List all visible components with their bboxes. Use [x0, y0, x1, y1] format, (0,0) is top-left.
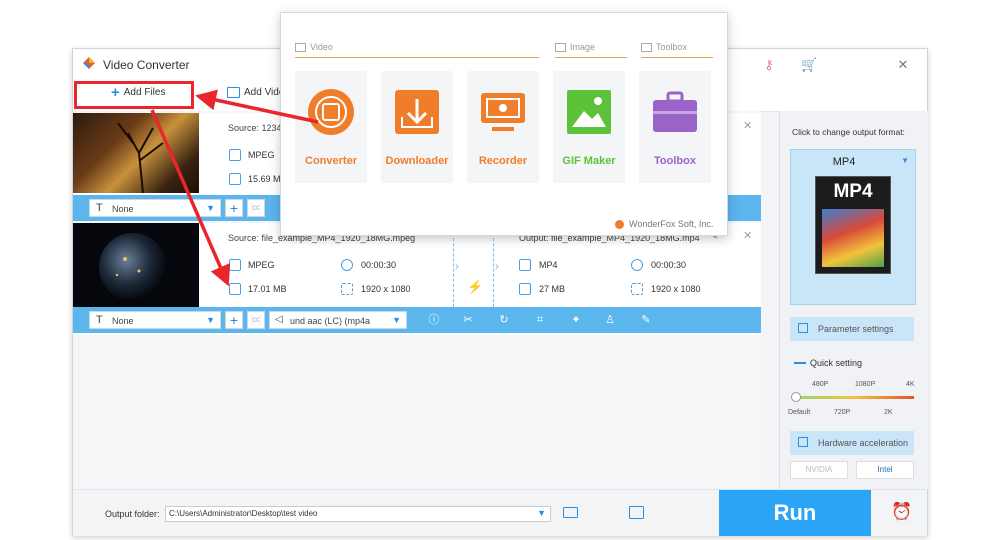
arrow-to-add-files [195, 89, 319, 124]
annotation-arrows [150, 89, 319, 287]
arrow-to-file-item [150, 109, 231, 287]
